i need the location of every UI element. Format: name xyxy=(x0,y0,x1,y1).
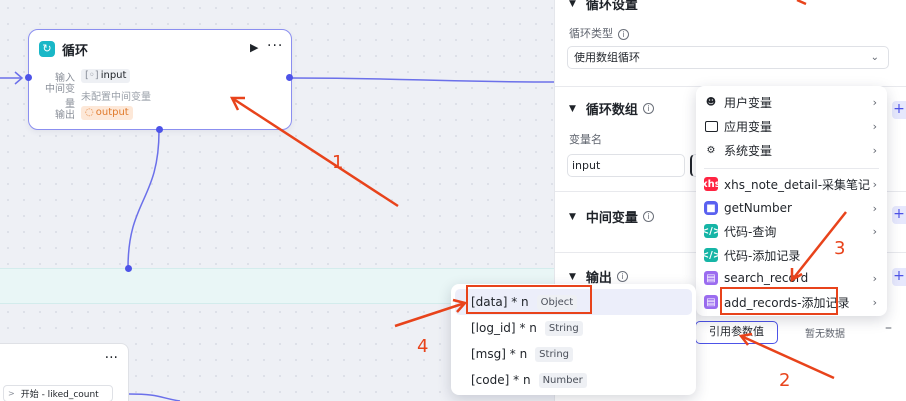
chevron-right-icon: › xyxy=(872,143,877,157)
add-icon[interactable]: + xyxy=(892,101,906,119)
type-badge: Number xyxy=(538,372,587,388)
output-port[interactable] xyxy=(286,74,293,81)
menu-item-user-vars[interactable]: ☻ 用户变量 › xyxy=(696,90,887,114)
add-icon[interactable]: + xyxy=(892,268,906,286)
loop-array-header[interactable]: ▼ 循环数组 i xyxy=(569,99,654,118)
gear-icon: ⚙ xyxy=(706,144,716,156)
mid-var-header[interactable]: ▼ 中间变量 i xyxy=(569,207,654,226)
annotation-label: 3 xyxy=(834,238,846,259)
type-badge: String xyxy=(544,320,583,336)
loop-type-select[interactable]: 使用数组循环 ⌄ xyxy=(567,46,889,69)
input-port[interactable] xyxy=(25,74,32,81)
loop-node[interactable]: ↻ 循环 ▶ ··· 输入 [◦] input 中间变量 未配置中间变量 输出 ◌… xyxy=(25,29,293,133)
number-icon: ■ xyxy=(704,201,718,215)
more-icon[interactable]: ··· xyxy=(105,350,118,366)
chevron-right-icon: › xyxy=(872,201,877,215)
menu-item-xhs-note-detail[interactable]: xhs xhs_note_detail-采集笔记 › xyxy=(696,172,887,196)
chevron-right-icon: › xyxy=(872,95,877,109)
submenu-item-log-id[interactable]: [log_id] * n String xyxy=(471,319,583,337)
body-port[interactable] xyxy=(156,126,163,133)
reference-value-button[interactable]: 引用参数值 xyxy=(695,321,778,344)
chevron-right-icon: › xyxy=(872,295,877,309)
info-icon: i xyxy=(618,29,629,40)
menu-item-code-query[interactable]: </> 代码-查询 › xyxy=(696,219,887,243)
chevron-right-icon: › xyxy=(872,177,877,191)
chevron-down-icon[interactable]: ▼ xyxy=(569,104,576,114)
start-node[interactable]: ··· > 开始 - liked_count xyxy=(0,343,129,401)
start-param-row[interactable]: > 开始 - liked_count xyxy=(3,385,113,401)
code-icon: </> xyxy=(700,224,722,238)
highlight-box xyxy=(466,285,592,314)
menu-item-getnumber[interactable]: ■ getNumber › xyxy=(696,196,887,220)
database-icon: ▤ xyxy=(704,295,718,309)
annotation-label: 4 xyxy=(417,336,429,357)
annotation-label: 1 xyxy=(332,152,344,173)
chevron-down-icon[interactable]: ▼ xyxy=(569,0,576,9)
var-name-label: 变量名 xyxy=(569,133,602,146)
connection-port[interactable] xyxy=(125,265,132,272)
chevron-right-icon: › xyxy=(872,271,877,285)
param-row-midvar: 中间变量 未配置中间变量 xyxy=(45,84,151,110)
var-name-input[interactable]: input xyxy=(567,154,685,177)
info-icon: i xyxy=(642,211,654,222)
chevron-right-icon: › xyxy=(872,119,877,133)
info-icon: i xyxy=(642,103,654,114)
menu-item-code-add-record[interactable]: </> 代码-添加记录 xyxy=(696,243,887,267)
database-icon: ▤ xyxy=(704,271,718,285)
loop-icon: ↻ xyxy=(39,41,55,57)
output-tag: ◌ output xyxy=(81,106,133,120)
menu-item-system-vars[interactable]: ⚙ 系统变量 › xyxy=(696,138,887,162)
expand-icon[interactable]: > xyxy=(8,389,15,398)
user-icon: ☻ xyxy=(705,96,717,108)
run-icon[interactable]: ▶ xyxy=(250,41,258,54)
info-icon: i xyxy=(616,271,628,282)
submenu-item-msg[interactable]: [msg] * n String xyxy=(471,345,574,363)
submenu-item-code[interactable]: [code] * n Number xyxy=(471,371,587,389)
xhs-icon: xhs xyxy=(701,177,721,191)
no-data-text: 暂无数据 xyxy=(805,329,845,340)
highlight-box xyxy=(720,287,838,315)
type-badge: String xyxy=(535,346,574,362)
chevron-down-icon[interactable]: ▼ xyxy=(569,272,576,282)
menu-item-app-vars[interactable]: 应用变量 › xyxy=(696,114,887,138)
code-icon: </> xyxy=(700,248,722,262)
annotation-label: 2 xyxy=(779,370,791,391)
more-icon[interactable]: ··· xyxy=(267,38,283,54)
chevron-down-icon[interactable]: ▼ xyxy=(569,212,576,222)
loop-node-title: 循环 xyxy=(62,43,89,59)
add-icon[interactable]: + xyxy=(892,206,906,224)
chevron-down-icon: ⌄ xyxy=(870,52,879,63)
loop-type-label: 循环类型 i xyxy=(569,25,629,41)
loop-settings-header[interactable]: ▼ 循环设置 xyxy=(569,0,638,13)
chevron-right-icon: › xyxy=(872,224,877,238)
folder-icon xyxy=(704,120,718,132)
remove-icon[interactable]: – xyxy=(885,320,892,336)
input-tag: [◦] input xyxy=(81,69,131,83)
param-row-output: 输出 ◌ output xyxy=(37,105,133,121)
variable-source-menu: ☻ 用户变量 › 应用变量 › ⚙ 系统变量 › xhs xhs_note_detai… xyxy=(696,86,887,316)
